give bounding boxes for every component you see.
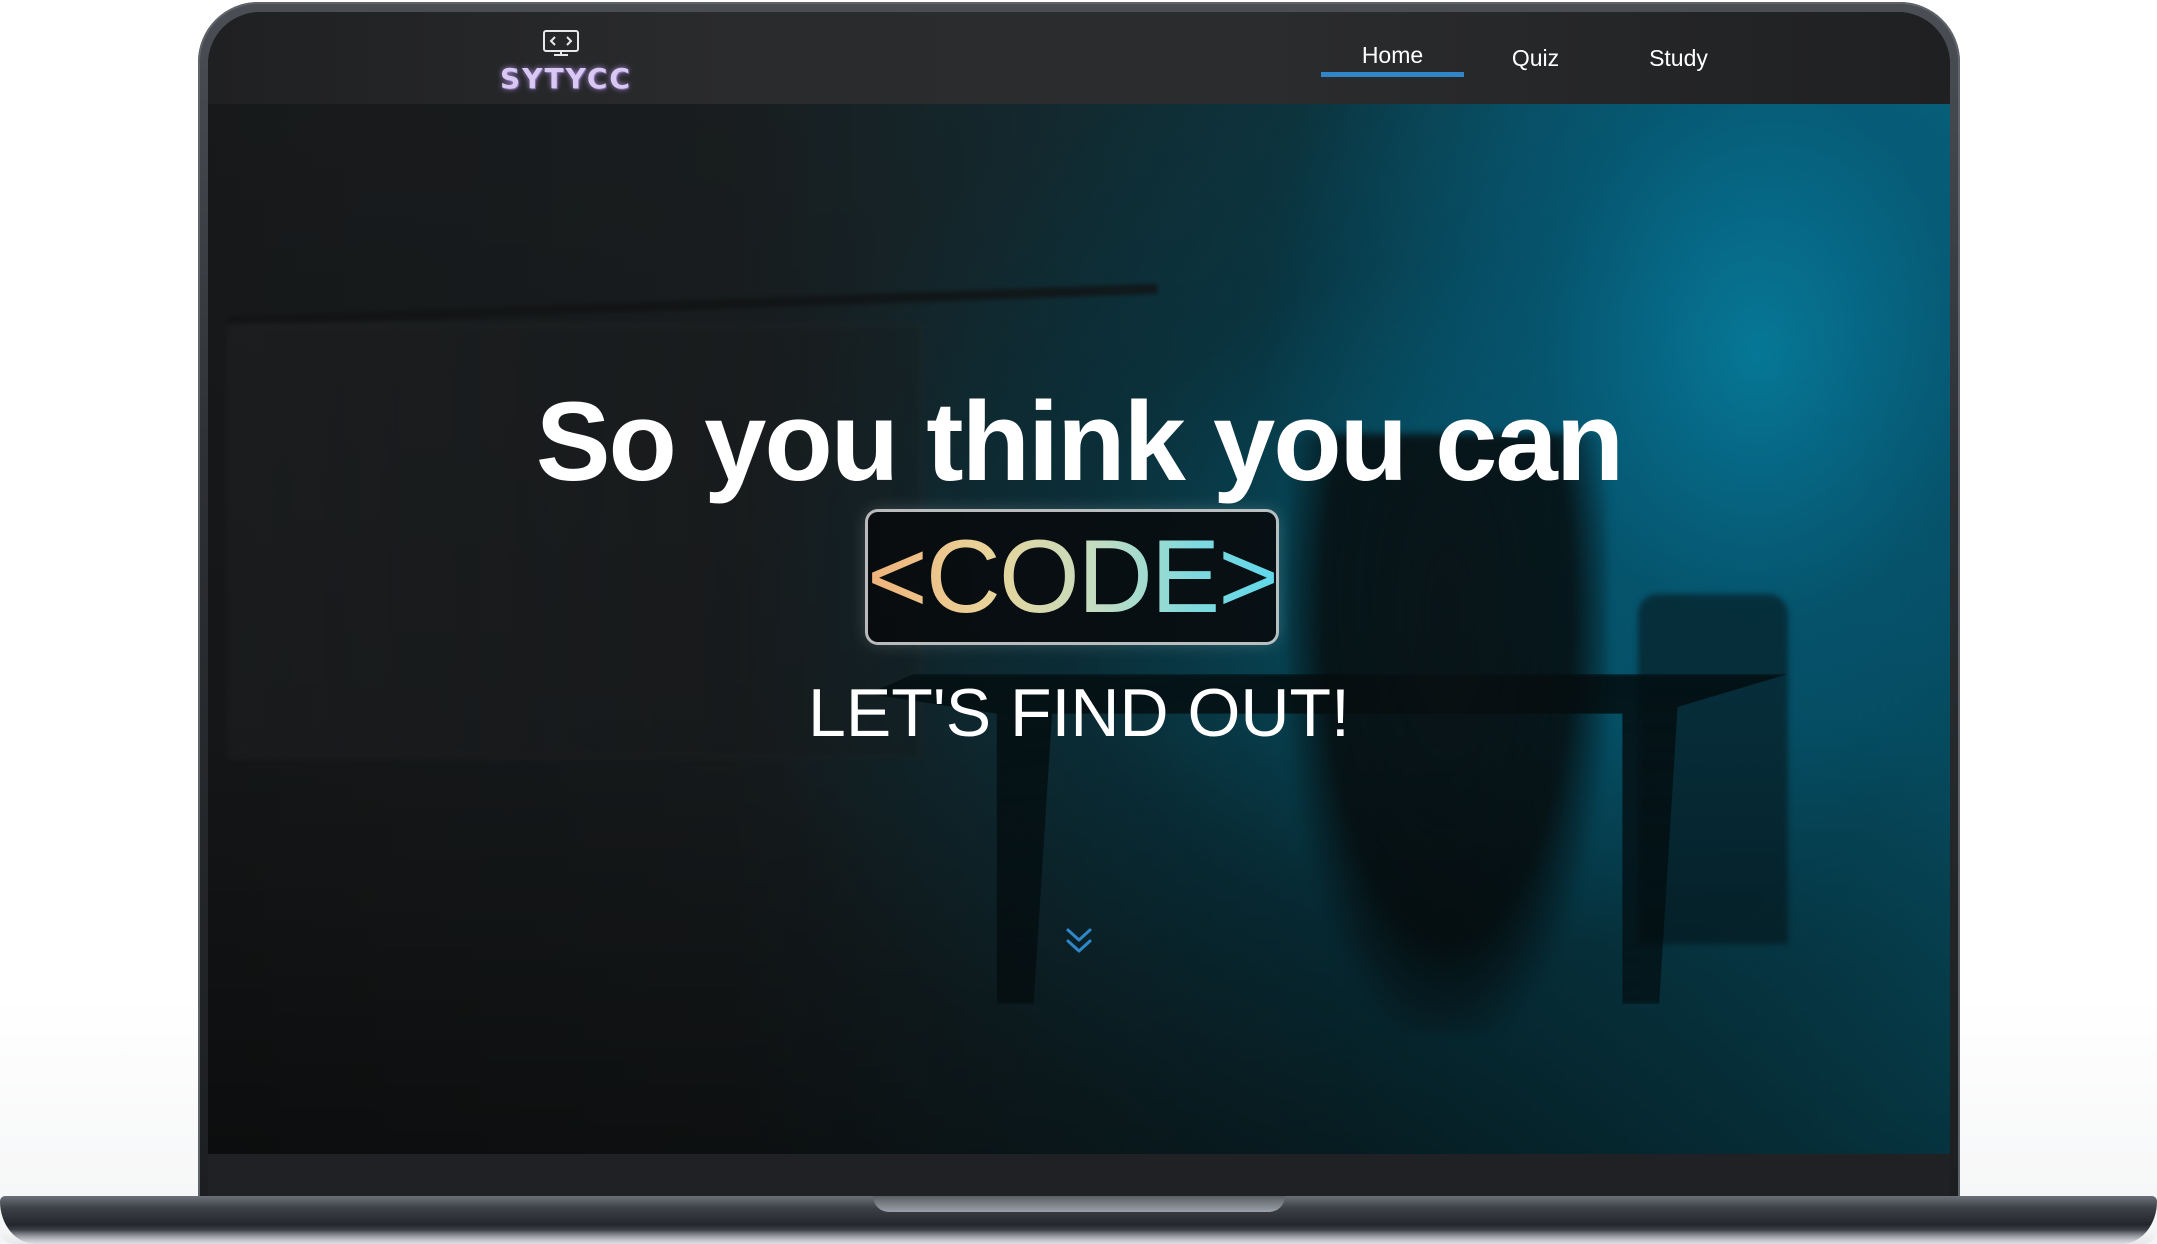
- hero-section: So you think you can <CODE> LET'S FIND O…: [208, 104, 1950, 1154]
- nav-item-label: Study: [1649, 45, 1708, 71]
- hero-subline: LET'S FIND OUT!: [808, 675, 1350, 751]
- active-tab-indicator: [1321, 72, 1464, 77]
- laptop-screen: SYTYCC Home Quiz Study So you think you …: [208, 12, 1950, 1197]
- nav-item-study[interactable]: Study: [1607, 12, 1750, 104]
- navbar: SYTYCC Home Quiz Study: [208, 12, 1950, 104]
- monitor-code-icon: [543, 30, 579, 56]
- laptop-notch: [873, 1196, 1285, 1212]
- nav-item-label: Home: [1361, 42, 1424, 68]
- code-word: <CODE>: [867, 519, 1279, 635]
- nav-item-label: Quiz: [1511, 45, 1560, 71]
- main-nav: Home Quiz Study: [1321, 12, 1750, 104]
- nav-item-quiz[interactable]: Quiz: [1464, 12, 1607, 104]
- code-badge: <CODE>: [867, 512, 1279, 642]
- laptop-lid: SYTYCC Home Quiz Study So you think you …: [198, 2, 1960, 1202]
- double-chevron-down-icon[interactable]: [1065, 926, 1093, 956]
- brand-name: SYTYCC: [500, 62, 632, 95]
- nav-item-home[interactable]: Home: [1321, 12, 1464, 104]
- page-footer: [208, 1154, 1950, 1197]
- hero-headline: So you think you can: [535, 379, 1624, 504]
- brand-logo[interactable]: SYTYCC: [500, 30, 630, 100]
- laptop-mockup: SYTYCC Home Quiz Study So you think you …: [0, 0, 2157, 1244]
